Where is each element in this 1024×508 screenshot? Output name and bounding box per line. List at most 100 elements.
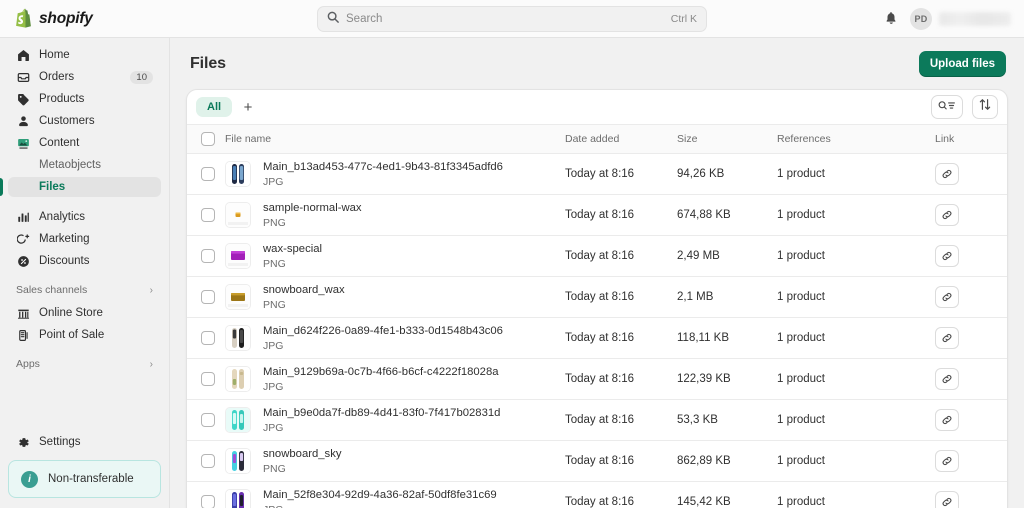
file-name-link[interactable]: Main_d624f226-0a89-4fe1-b333-0d1548b43c0…: [263, 325, 503, 337]
sort-button[interactable]: [972, 95, 998, 119]
file-name-link[interactable]: sample-normal-wax: [263, 202, 362, 214]
tab-all[interactable]: All: [196, 97, 232, 117]
row-date-added: Today at 8:16: [565, 400, 677, 441]
sidebar-section-sales-channels[interactable]: Sales channels ›: [8, 280, 161, 300]
sidebar-item-files[interactable]: Files: [8, 177, 161, 197]
file-thumbnail[interactable]: [225, 325, 251, 351]
file-thumbnail[interactable]: [225, 366, 251, 392]
link-icon[interactable]: [935, 327, 959, 349]
row-checkbox[interactable]: [201, 372, 215, 386]
search-filter-button[interactable]: [931, 95, 963, 119]
row-checkbox[interactable]: [201, 495, 215, 508]
link-icon[interactable]: [935, 491, 959, 508]
link-icon[interactable]: [935, 450, 959, 472]
sidebar-item-home[interactable]: Home: [8, 45, 161, 65]
file-type-label: PNG: [263, 216, 362, 230]
row-size: 862,89 KB: [677, 441, 777, 482]
file-thumbnail[interactable]: [225, 284, 251, 310]
row-select-cell: [187, 482, 225, 508]
link-icon[interactable]: [935, 409, 959, 431]
sidebar-item-products[interactable]: Products: [8, 89, 161, 109]
shopify-brand[interactable]: shopify: [0, 8, 170, 29]
shopify-logo-icon: [14, 8, 33, 29]
select-all-cell: [187, 125, 225, 154]
account-menu[interactable]: PD: [910, 8, 1011, 30]
row-select-cell: [187, 400, 225, 441]
page-header: Files Upload files: [186, 38, 1008, 89]
row-references: 1 product: [777, 441, 935, 482]
search-input[interactable]: Search Ctrl K: [317, 6, 707, 32]
sidebar-item-settings[interactable]: Settings: [8, 432, 161, 452]
table-row[interactable]: Main_b9e0da7f-db89-4d41-83f0-7f417b02831…: [187, 400, 1008, 441]
link-icon[interactable]: [935, 163, 959, 185]
files-table: File name Date added Size References Lin…: [187, 125, 1008, 508]
row-file-name-cell: Main_9129b69a-0c7b-4f66-b6cf-c4222f18028…: [225, 359, 565, 400]
file-name-link[interactable]: Main_b13ad453-477c-4ed1-9b43-81f3345adfd…: [263, 161, 503, 173]
link-icon[interactable]: [935, 286, 959, 308]
file-type-label: PNG: [263, 462, 342, 476]
link-icon[interactable]: [935, 368, 959, 390]
plan-status-badge[interactable]: i Non-transferable: [8, 460, 161, 498]
table-row[interactable]: snowboard_waxPNGToday at 8:162,1 MB1 pro…: [187, 277, 1008, 318]
row-checkbox[interactable]: [201, 413, 215, 427]
sidebar-item-online-store[interactable]: Online Store: [8, 303, 161, 323]
row-file-name-cell: snowboard_sky PNG: [225, 441, 565, 482]
gear-icon: [16, 435, 31, 450]
sidebar-item-marketing[interactable]: Marketing: [8, 229, 161, 249]
file-name-link[interactable]: Main_9129b69a-0c7b-4f66-b6cf-c4222f18028…: [263, 366, 499, 378]
row-checkbox[interactable]: [201, 167, 215, 181]
row-checkbox[interactable]: [201, 208, 215, 222]
file-thumbnail[interactable]: [225, 243, 251, 269]
row-size: 118,11 KB: [677, 318, 777, 359]
file-thumbnail[interactable]: [225, 448, 251, 474]
table-row[interactable]: Main_9129b69a-0c7b-4f66-b6cf-c4222f18028…: [187, 359, 1008, 400]
sidebar-section-apps[interactable]: Apps ›: [8, 354, 161, 374]
file-thumbnail[interactable]: [225, 202, 251, 228]
upload-files-button[interactable]: Upload files: [919, 51, 1006, 77]
table-row[interactable]: snowboard_skyPNGToday at 8:16862,89 KB1 …: [187, 441, 1008, 482]
file-thumbnail[interactable]: [225, 407, 251, 433]
sidebar-item-content[interactable]: Content: [8, 133, 161, 153]
table-row[interactable]: Main_d624f226-0a89-4fe1-b333-0d1548b43c0…: [187, 318, 1008, 359]
sidebar-item-customers[interactable]: Customers: [8, 111, 161, 131]
file-type-label: PNG: [263, 257, 322, 271]
sidebar-item-metaobjects[interactable]: Metaobjects: [8, 155, 161, 175]
add-view-button[interactable]: +: [236, 95, 260, 119]
table-row[interactable]: Main_b13ad453-477c-4ed1-9b43-81f3345adfd…: [187, 154, 1008, 195]
row-checkbox[interactable]: [201, 454, 215, 468]
sidebar-item-point-of-sale[interactable]: Point of Sale: [8, 325, 161, 345]
sidebar-item-analytics[interactable]: Analytics: [8, 207, 161, 227]
file-name-link[interactable]: snowboard_sky: [263, 448, 342, 460]
file-type-label: JPG: [263, 175, 503, 189]
brand-wordmark: shopify: [39, 10, 93, 28]
section-label: Sales channels: [16, 284, 150, 296]
discounts-tag-icon: [16, 254, 31, 269]
file-name-link[interactable]: snowboard_wax: [263, 284, 345, 296]
sidebar-item-orders[interactable]: Orders 10: [8, 67, 161, 87]
select-all-checkbox[interactable]: [201, 132, 215, 146]
table-row[interactable]: wax-specialPNGToday at 8:162,49 MB1 prod…: [187, 236, 1008, 277]
link-icon[interactable]: [935, 204, 959, 226]
sidebar-item-label: Point of Sale: [39, 329, 153, 341]
link-icon[interactable]: [935, 245, 959, 267]
col-references: References: [777, 125, 935, 154]
row-link-cell: [935, 154, 1008, 195]
file-thumbnail[interactable]: [225, 489, 251, 508]
file-name-link[interactable]: wax-special: [263, 243, 322, 255]
sidebar-item-discounts[interactable]: Discounts: [8, 251, 161, 271]
row-select-cell: [187, 154, 225, 195]
row-date-added: Today at 8:16: [565, 482, 677, 508]
table-row[interactable]: Main_52f8e304-92d9-4a36-82af-50df8fe31c6…: [187, 482, 1008, 508]
file-thumbnail[interactable]: [225, 161, 251, 187]
row-link-cell: [935, 195, 1008, 236]
file-name-link[interactable]: Main_52f8e304-92d9-4a36-82af-50df8fe31c6…: [263, 489, 497, 501]
plan-status-label: Non-transferable: [48, 473, 134, 485]
table-row[interactable]: sample-normal-waxPNGToday at 8:16674,88 …: [187, 195, 1008, 236]
row-checkbox[interactable]: [201, 290, 215, 304]
file-name-link[interactable]: Main_b9e0da7f-db89-4d41-83f0-7f417b02831…: [263, 407, 500, 419]
bell-icon[interactable]: [881, 9, 901, 29]
row-link-cell: [935, 400, 1008, 441]
global-search-area: Search Ctrl K: [170, 6, 854, 32]
row-checkbox[interactable]: [201, 249, 215, 263]
row-checkbox[interactable]: [201, 331, 215, 345]
